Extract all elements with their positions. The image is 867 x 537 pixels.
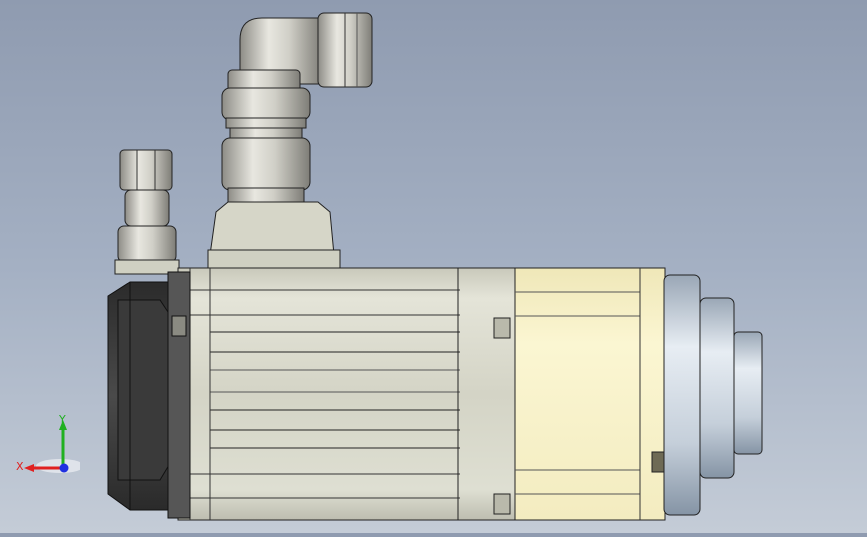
motor-model[interactable] xyxy=(0,0,867,533)
motor-body[interactable] xyxy=(177,267,519,521)
z-axis xyxy=(59,463,69,473)
front-flange[interactable] xyxy=(514,267,666,521)
y-axis-label: Y xyxy=(58,413,66,426)
power-connector[interactable] xyxy=(207,12,373,269)
x-axis-label: X xyxy=(16,460,24,473)
graphics-viewport[interactable]: X Y xyxy=(0,0,867,533)
encoder-cap[interactable] xyxy=(107,271,191,519)
triad-ellipse xyxy=(36,459,84,473)
coordinate-triad: X Y xyxy=(10,408,84,478)
encoder-connector[interactable] xyxy=(114,149,180,275)
output-shaft[interactable] xyxy=(663,274,763,516)
